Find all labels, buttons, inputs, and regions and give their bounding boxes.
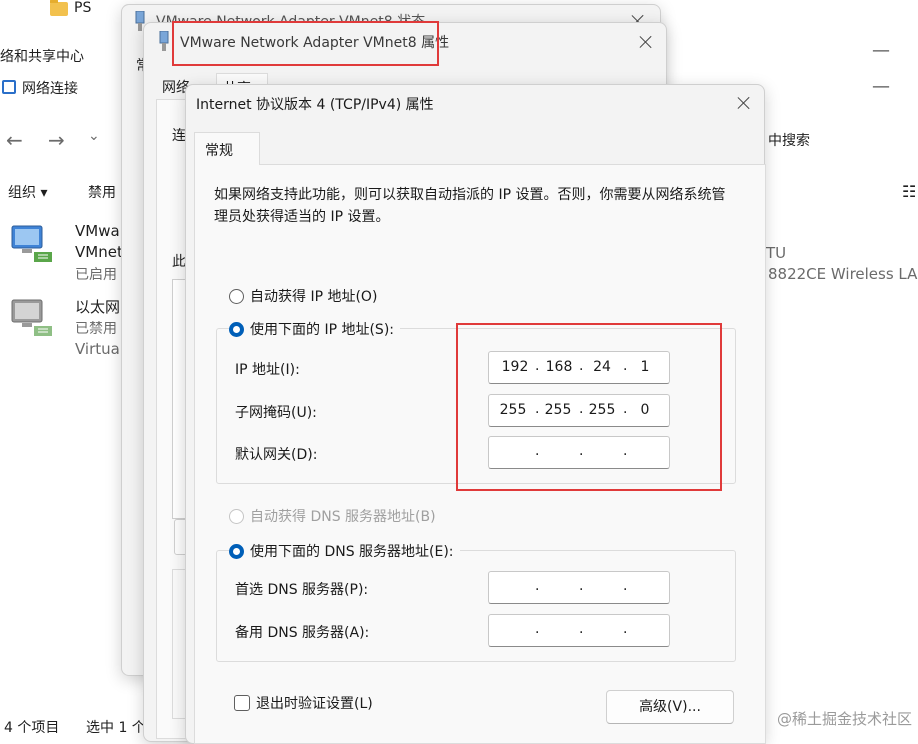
adapter-status: 已启用 [75,267,117,283]
radio-auto-ip-indicator[interactable] [229,288,244,304]
adapter-name-line1: VMwa [75,222,120,240]
close-icon[interactable] [638,34,654,50]
folder-icon [50,0,68,16]
back-arrow-icon[interactable]: ← [6,128,23,152]
toolbar-organize[interactable]: 组织 ▾ [8,182,47,202]
radio-manual-ip[interactable]: 使用下面的 IP 地址(S): [229,319,400,339]
radio-manual-ip-indicator[interactable] [229,321,244,337]
network-folder-icon [2,80,16,94]
chevron-down-icon[interactable]: ⌄ [88,128,100,144]
adapter-status: 已禁用 [75,321,117,337]
ipv4-dialog-title: Internet 协议版本 4 (TCP/IPv4) 属性 [196,97,434,113]
description-text: 如果网络支持此功能，则可以获取自动指派的 IP 设置。否则，你需要从网络系统管理… [214,187,726,225]
radio-manual-dns-indicator[interactable] [229,543,244,559]
ip-highlight-box [456,323,722,491]
status-selected: 选中 1 个 [86,720,146,736]
close-icon[interactable] [736,95,752,111]
validate-on-exit-checkbox[interactable]: 退出时验证设置(L) [234,693,373,713]
view-icon[interactable]: ☷ [902,182,916,201]
ip-dot: . [579,578,584,594]
validate-checkbox-label: 退出时验证设置(L) [256,696,373,712]
tab-general[interactable]: 常规 [194,132,260,165]
radio-auto-dns-indicator[interactable] [229,508,244,524]
alternate-dns-label: 备用 DNS 服务器(A): [235,625,370,641]
ip-dot: . [623,621,628,637]
computer-network-icon [11,225,52,262]
adapter-right-device: 8822CE Wireless LAN [768,265,918,283]
toolbar-disable[interactable]: 禁用 [88,182,116,202]
ip-dot: . [623,578,628,594]
connect-using-label: 连 [172,128,186,144]
adapter-device: Virtual [75,340,125,358]
advanced-button[interactable]: 高级(V)... [606,690,734,724]
radio-manual-dns-label: 使用下面的 DNS 服务器地址(E): [250,544,454,560]
network-adapter-icon [159,31,169,51]
alternate-dns-input[interactable]: . . . [488,614,670,647]
folder-ps-label[interactable]: PS [74,0,91,16]
watermark: @稀土掘金技术社区 [776,710,912,728]
preferred-dns-input[interactable]: . . . [488,571,670,604]
radio-auto-dns[interactable]: 自动获得 DNS 服务器地址(B) [229,506,436,526]
radio-manual-dns[interactable]: 使用下面的 DNS 服务器地址(E): [229,541,460,561]
preferred-dns-label: 首选 DNS 服务器(P): [235,582,369,598]
radio-auto-ip[interactable]: 自动获得 IP 地址(O) [229,286,377,306]
radio-manual-ip-label: 使用下面的 IP 地址(S): [250,322,394,338]
breadcrumb[interactable]: 络和共享中心 [0,46,84,66]
ip-address-label: IP 地址(I): [235,362,300,378]
forward-arrow-icon[interactable]: → [48,128,65,152]
radio-auto-dns-label: 自动获得 DNS 服务器地址(B) [250,509,436,525]
window-title: 网络连接 [22,81,78,97]
status-item-count: 4 个项目 [4,720,60,736]
minimize-icon[interactable]: — [872,40,890,61]
subnet-mask-label: 子网掩码(U): [235,405,317,421]
ip-dot: . [535,578,540,594]
search-box-partial[interactable]: 中搜索 [768,130,810,150]
adapter-right-partial: TU [766,244,787,262]
this-connection-label: 此 [172,254,186,270]
title-highlight-box [172,21,439,66]
gateway-label: 默认网关(D): [235,447,318,463]
adapter-name-line2: VMnet [75,243,123,261]
validate-checkbox-box[interactable] [234,695,250,711]
radio-auto-ip-label: 自动获得 IP 地址(O) [250,289,378,305]
ip-dot: . [579,621,584,637]
computer-network-disabled-icon [11,299,52,336]
ip-dot: . [535,621,540,637]
adapter-name: 以太网 [75,298,121,316]
minimize-icon-2[interactable]: — [872,76,890,97]
